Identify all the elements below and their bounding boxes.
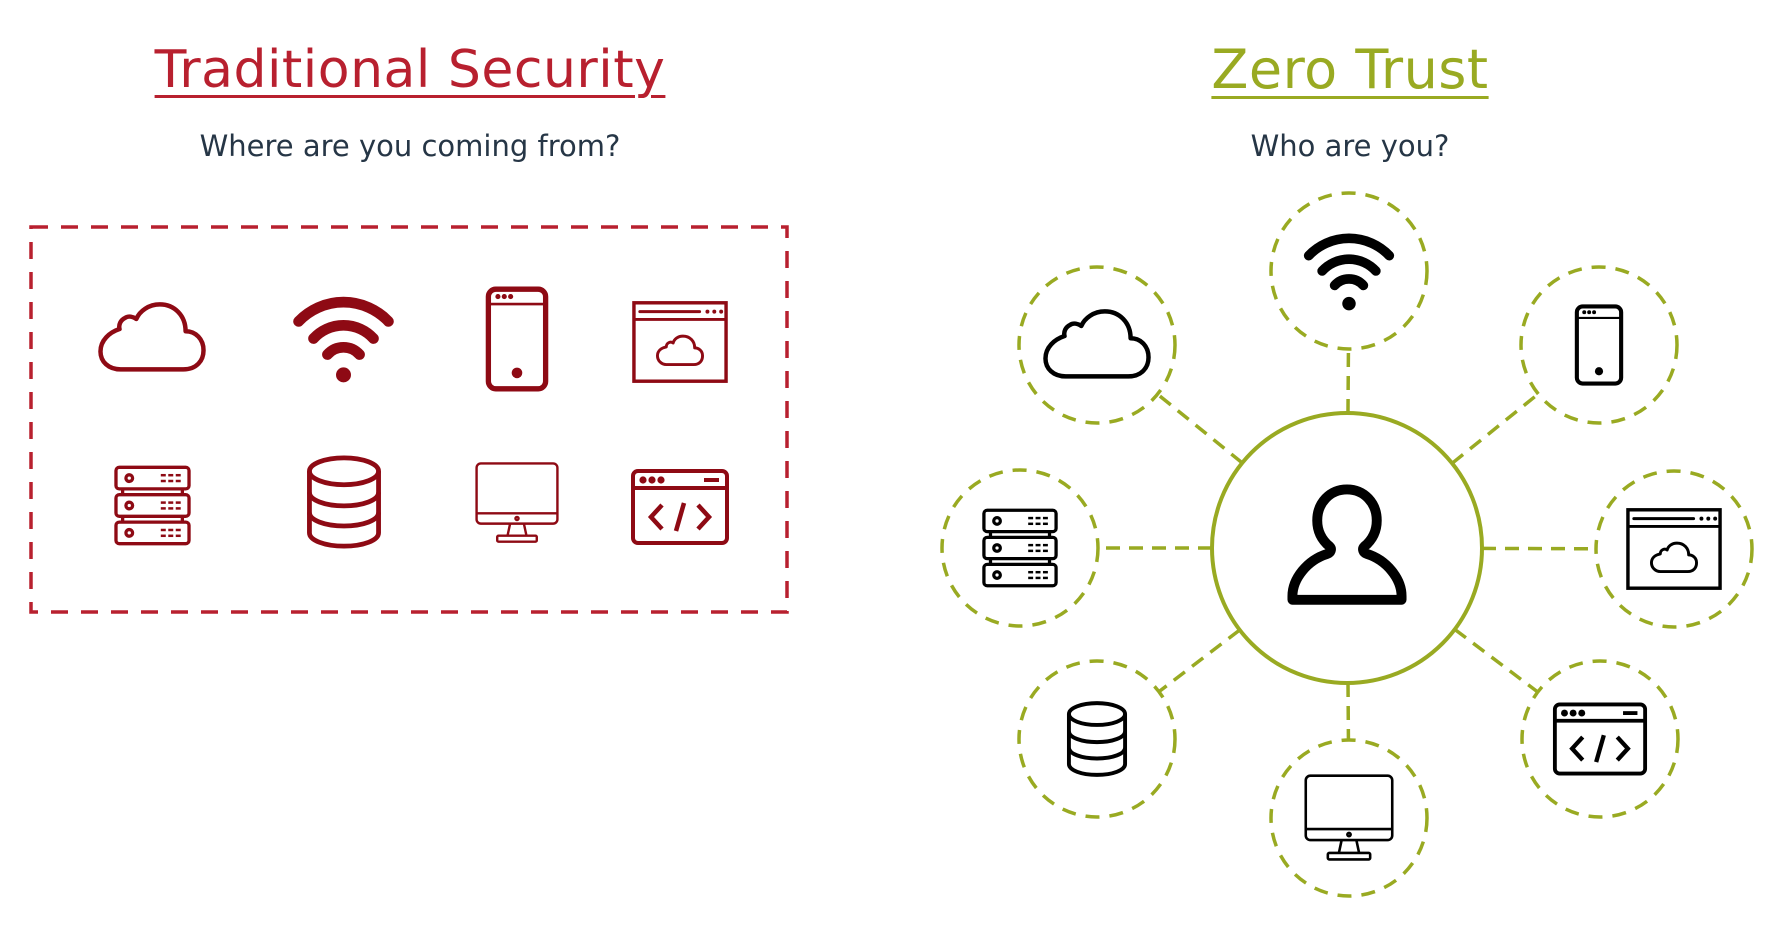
browser-cloud-icon <box>632 301 728 383</box>
mobile-phone-icon <box>488 289 545 389</box>
connector-line <box>1156 392 1244 465</box>
connector-line <box>1453 627 1539 694</box>
satellite-circle <box>1519 265 1679 425</box>
database-icon <box>309 458 378 546</box>
cloud-icon <box>100 304 203 369</box>
satellite-circle <box>1520 659 1680 819</box>
zero-trust-network <box>940 191 1754 898</box>
satellite-circle <box>1269 738 1429 898</box>
satellite-circle <box>940 468 1100 628</box>
wifi-icon <box>299 302 389 382</box>
desktop-monitor-icon <box>475 462 559 543</box>
identity-hub-circle <box>1210 411 1484 685</box>
connector-line <box>1157 628 1241 694</box>
security-comparison-diagram <box>29 191 1754 898</box>
perimeter-box <box>29 225 789 614</box>
server-rack-icon <box>114 465 191 546</box>
satellite-circle <box>1017 659 1177 819</box>
satellite-circle <box>1269 191 1429 351</box>
satellite-circle <box>1594 469 1754 629</box>
code-window-icon <box>633 471 727 543</box>
connector-line <box>1451 392 1540 465</box>
satellite-circle <box>1017 265 1177 425</box>
